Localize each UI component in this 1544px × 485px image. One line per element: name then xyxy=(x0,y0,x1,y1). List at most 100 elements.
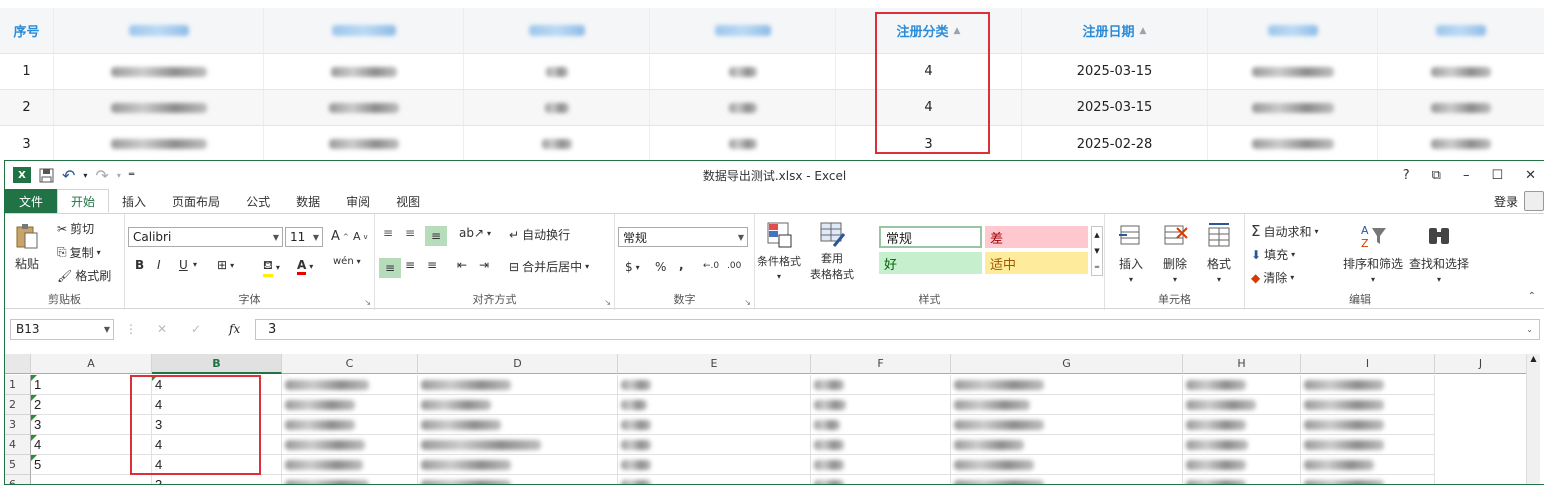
cell-blurred[interactable] xyxy=(1183,415,1301,435)
cut-button[interactable]: ✂ 剪切 xyxy=(57,220,94,237)
column-header-d[interactable]: D xyxy=(418,354,618,374)
column-header-f[interactable]: F xyxy=(811,354,951,374)
align-center-icon[interactable]: ≡ xyxy=(405,258,415,272)
cell-blurred[interactable] xyxy=(282,475,418,484)
cell-blurred[interactable] xyxy=(1301,415,1435,435)
column-header-j[interactable]: J xyxy=(1435,354,1527,374)
cell-blurred[interactable] xyxy=(282,455,418,475)
cell-blurred[interactable] xyxy=(418,415,618,435)
align-middle-icon[interactable]: ≡ xyxy=(405,226,415,240)
tab-file[interactable]: 文件 xyxy=(5,189,58,213)
cell-blurred[interactable] xyxy=(951,435,1183,455)
align-bottom-icon[interactable]: ≡ xyxy=(425,226,447,246)
maximize-button[interactable]: ☐ xyxy=(1491,168,1503,183)
cell-blurred[interactable] xyxy=(1301,435,1435,455)
header-blurred[interactable] xyxy=(1378,8,1544,53)
column-header-h[interactable]: H xyxy=(1183,354,1301,374)
increase-decimal-button[interactable]: ←.0 xyxy=(703,261,719,271)
conditional-format-button[interactable]: 条件格式 ▾ xyxy=(757,220,801,281)
cell-blurred[interactable] xyxy=(951,375,1183,395)
cell-blurred[interactable] xyxy=(418,375,618,395)
ribbon-display-button[interactable]: ⧉ xyxy=(1432,168,1441,183)
cell-blurred[interactable] xyxy=(951,475,1183,484)
insert-cells-button[interactable]: 插入 ▾ xyxy=(1117,222,1145,284)
column-header-i[interactable]: I xyxy=(1301,354,1435,374)
sort-icon[interactable]: ▲ xyxy=(1140,26,1147,36)
cell-blurred[interactable] xyxy=(1301,455,1435,475)
name-box[interactable]: B13 ▼ xyxy=(10,318,114,340)
scroll-up-icon[interactable]: ▲ xyxy=(1527,354,1540,363)
number-format-select[interactable]: 常规 ▼ xyxy=(618,227,748,247)
style-good[interactable]: 好 xyxy=(879,252,982,274)
minimize-button[interactable]: – xyxy=(1463,168,1470,183)
row-header[interactable]: 6 xyxy=(5,475,31,484)
cell-blurred[interactable] xyxy=(1183,435,1301,455)
tab-home[interactable]: 开始 xyxy=(57,189,110,213)
cell-blurred[interactable] xyxy=(418,455,618,475)
select-all-corner[interactable] xyxy=(5,354,31,374)
formula-input[interactable]: 3 ⌄ xyxy=(255,318,1540,340)
header-blurred[interactable] xyxy=(1208,8,1378,53)
cell-blurred[interactable] xyxy=(1301,395,1435,415)
tab-page-layout[interactable]: 页面布局 xyxy=(159,189,233,213)
align-left-icon[interactable]: ≡ xyxy=(379,258,401,278)
vertical-scrollbar[interactable]: ▲ xyxy=(1526,354,1540,484)
cell-blurred[interactable] xyxy=(618,395,811,415)
cell-blurred[interactable] xyxy=(282,375,418,395)
copy-button[interactable]: ⎘ 复制 ▾ xyxy=(57,244,101,261)
orientation-icon[interactable]: ab↗ ▾ xyxy=(459,226,491,240)
comma-button[interactable]: , xyxy=(679,258,684,272)
bold-button[interactable]: B xyxy=(135,258,144,272)
decrease-indent-icon[interactable]: ⇤ xyxy=(457,258,467,272)
cell-blurred[interactable] xyxy=(618,415,811,435)
cell-blurred[interactable] xyxy=(811,375,951,395)
font-color-button[interactable]: A ▾ xyxy=(297,258,313,275)
cell-blurred[interactable] xyxy=(282,395,418,415)
cell-blurred[interactable] xyxy=(618,475,811,484)
customize-toolbar-icon[interactable]: ═ xyxy=(129,170,134,180)
header-blurred[interactable] xyxy=(54,8,264,53)
column-header-e[interactable]: E xyxy=(618,354,811,374)
table-row[interactable]: 3 3 2025-02-28 xyxy=(0,126,1544,162)
undo-icon[interactable]: ↶ xyxy=(62,166,75,185)
delete-cells-button[interactable]: 删除 ▾ xyxy=(1161,222,1189,284)
cell-blurred[interactable] xyxy=(618,375,811,395)
percent-button[interactable]: % xyxy=(655,260,666,274)
cell-blurred[interactable] xyxy=(811,415,951,435)
shrink-font-button[interactable]: Av xyxy=(353,230,368,243)
header-blurred[interactable] xyxy=(464,8,650,53)
cell-blurred[interactable] xyxy=(1183,475,1301,484)
redo-dropdown-icon[interactable]: ▾ xyxy=(117,171,121,180)
phonetic-button[interactable]: wén ▾ xyxy=(333,256,361,267)
format-cells-button[interactable]: 格式 ▾ xyxy=(1205,222,1233,284)
decrease-decimal-button[interactable]: .00 xyxy=(727,261,741,271)
cell-blurred[interactable] xyxy=(1183,455,1301,475)
clear-button[interactable]: ◆ 清除 ▾ xyxy=(1251,269,1294,286)
grow-font-button[interactable]: A ^ xyxy=(331,229,349,244)
currency-button[interactable]: $ ▾ xyxy=(625,260,640,274)
cell-blurred[interactable] xyxy=(418,435,618,455)
cell-blurred[interactable] xyxy=(811,455,951,475)
cell-blurred[interactable] xyxy=(418,475,618,484)
header-blurred[interactable] xyxy=(264,8,464,53)
row-header[interactable]: 2 xyxy=(5,395,31,415)
table-row[interactable]: 1 4 2025-03-15 xyxy=(0,54,1544,90)
cell-blurred[interactable] xyxy=(951,455,1183,475)
row-header[interactable]: 3 xyxy=(5,415,31,435)
column-header-c[interactable]: C xyxy=(282,354,418,374)
tab-review[interactable]: 审阅 xyxy=(333,189,383,213)
close-button[interactable]: ✕ xyxy=(1525,168,1536,183)
column-header-g[interactable]: G xyxy=(951,354,1183,374)
font-size-select[interactable]: 11 ▼ xyxy=(285,227,323,247)
collapse-ribbon-icon[interactable]: ⌃ xyxy=(1528,291,1536,302)
increase-indent-icon[interactable]: ⇥ xyxy=(479,258,489,272)
underline-dropdown-icon[interactable]: ▾ xyxy=(193,260,197,269)
tab-formulas[interactable]: 公式 xyxy=(233,189,283,213)
column-header-a[interactable]: A xyxy=(31,354,152,374)
expand-formula-icon[interactable]: ⌄ xyxy=(1526,325,1533,334)
undo-dropdown-icon[interactable]: ▾ xyxy=(83,171,87,180)
cell-blurred[interactable] xyxy=(1301,475,1435,484)
tab-insert[interactable]: 插入 xyxy=(109,189,159,213)
row-header[interactable]: 5 xyxy=(5,455,31,475)
cell-blurred[interactable] xyxy=(1301,375,1435,395)
